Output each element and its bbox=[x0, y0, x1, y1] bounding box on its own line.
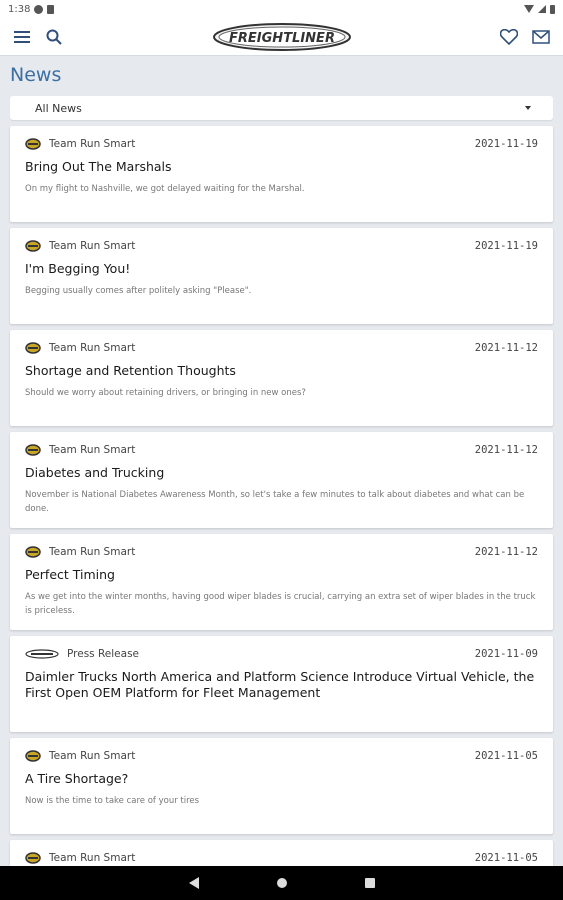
search-icon[interactable] bbox=[44, 27, 64, 47]
article-summary: Should we worry about retaining drivers,… bbox=[25, 388, 306, 398]
wifi-icon bbox=[524, 5, 534, 13]
card-header: Press Release 2021-11-09 bbox=[25, 648, 538, 660]
article-title: A Tire Shortage? bbox=[25, 771, 129, 786]
press-release-logo-icon bbox=[25, 649, 59, 659]
notification-icon bbox=[34, 4, 44, 14]
article-summary: Begging usually comes after politely ask… bbox=[25, 286, 252, 296]
article-summary: Now is the time to take care of your tir… bbox=[25, 796, 200, 806]
source-label: Team Run Smart bbox=[49, 138, 136, 150]
card-source: Team Run Smart bbox=[25, 852, 135, 864]
source-label: Press Release bbox=[67, 648, 139, 660]
news-card[interactable]: Team Run Smart 2021-11-12 Diabetes and T… bbox=[10, 432, 553, 528]
back-icon[interactable] bbox=[188, 877, 199, 889]
card-source: Team Run Smart bbox=[25, 342, 135, 354]
card-header: Team Run Smart 2021-11-12 bbox=[25, 444, 538, 456]
status-time: 1:38 bbox=[8, 3, 31, 15]
article-title: Daimler Trucks North America and Platfor… bbox=[25, 669, 535, 700]
home-icon[interactable] bbox=[276, 878, 287, 888]
source-label: Team Run Smart bbox=[49, 546, 136, 558]
mail-icon[interactable] bbox=[531, 27, 551, 47]
article-title: Diabetes and Trucking bbox=[25, 465, 165, 480]
news-card[interactable]: Team Run Smart 2021-11-19 I'm Begging Yo… bbox=[10, 228, 553, 324]
app-bar-right bbox=[499, 27, 551, 47]
logo-text: FREIGHTLINER bbox=[229, 31, 335, 46]
article-date: 2021-11-05 bbox=[474, 852, 538, 864]
news-card[interactable]: Press Release 2021-11-09 Daimler Trucks … bbox=[10, 636, 553, 732]
source-label: Team Run Smart bbox=[49, 444, 136, 456]
card-source: Team Run Smart bbox=[25, 444, 135, 456]
menu-icon[interactable] bbox=[12, 27, 32, 47]
freightliner-logo: FREIGHTLINER bbox=[212, 23, 351, 51]
team-run-smart-icon bbox=[25, 240, 41, 252]
article-summary: As we get into the winter months, having… bbox=[25, 592, 536, 616]
source-label: Team Run Smart bbox=[49, 342, 136, 354]
article-date: 2021-11-12 bbox=[474, 546, 538, 558]
system-nav-bar bbox=[0, 866, 563, 900]
team-run-smart-icon bbox=[25, 444, 41, 456]
article-date: 2021-11-12 bbox=[474, 342, 538, 354]
recent-apps-icon[interactable] bbox=[364, 878, 375, 888]
article-title: Shortage and Retention Thoughts bbox=[25, 363, 236, 378]
status-left: 1:38 bbox=[8, 3, 55, 15]
news-card[interactable]: Team Run Smart 2021-11-12 Perfect Timing… bbox=[10, 534, 553, 630]
card-header: Team Run Smart 2021-11-19 bbox=[25, 138, 538, 150]
chevron-down-icon bbox=[525, 106, 531, 110]
filter-selected-value: All News bbox=[35, 101, 82, 115]
heart-icon[interactable] bbox=[499, 27, 519, 47]
article-title: Bring Out The Marshals bbox=[25, 159, 172, 174]
storage-icon bbox=[47, 4, 55, 14]
article-date: 2021-11-12 bbox=[474, 444, 538, 456]
article-title: I'm Begging You! bbox=[25, 261, 131, 276]
card-source: Team Run Smart bbox=[25, 138, 135, 150]
news-card[interactable]: Team Run Smart 2021-11-19 Bring Out The … bbox=[10, 126, 553, 222]
article-date: 2021-11-09 bbox=[474, 648, 538, 660]
article-summary: On my flight to Nashville, we got delaye… bbox=[25, 184, 305, 194]
card-header: Team Run Smart 2021-11-05 bbox=[25, 750, 538, 762]
team-run-smart-icon bbox=[25, 852, 41, 864]
signal-icon bbox=[538, 5, 546, 13]
news-card[interactable]: Team Run Smart 2021-11-12 Shortage and R… bbox=[10, 330, 553, 426]
card-source: Press Release bbox=[25, 648, 139, 660]
team-run-smart-icon bbox=[25, 138, 41, 150]
article-summary: November is National Diabetes Awareness … bbox=[25, 490, 525, 514]
team-run-smart-icon bbox=[25, 546, 41, 558]
card-source: Team Run Smart bbox=[25, 546, 135, 558]
article-date: 2021-11-19 bbox=[474, 138, 538, 150]
source-label: Team Run Smart bbox=[49, 750, 136, 762]
source-label: Team Run Smart bbox=[49, 240, 136, 252]
article-date: 2021-11-19 bbox=[474, 240, 538, 252]
team-run-smart-icon bbox=[25, 750, 41, 762]
news-list: Team Run Smart 2021-11-19 Bring Out The … bbox=[0, 126, 563, 900]
team-run-smart-icon bbox=[25, 342, 41, 354]
battery-icon bbox=[550, 4, 555, 14]
card-header: Team Run Smart 2021-11-19 bbox=[25, 240, 538, 252]
page-title: News bbox=[10, 64, 62, 86]
source-label: Team Run Smart bbox=[49, 852, 136, 864]
status-right bbox=[524, 4, 555, 14]
news-card[interactable]: Team Run Smart 2021-11-05 A Tire Shortag… bbox=[10, 738, 553, 834]
article-date: 2021-11-05 bbox=[474, 750, 538, 762]
card-source: Team Run Smart bbox=[25, 240, 135, 252]
card-header: Team Run Smart 2021-11-12 bbox=[25, 342, 538, 354]
card-header: Team Run Smart 2021-11-05 bbox=[25, 852, 538, 864]
card-header: Team Run Smart 2021-11-12 bbox=[25, 546, 538, 558]
status-bar: 1:38 bbox=[0, 0, 563, 18]
app-bar: FREIGHTLINER bbox=[0, 18, 563, 56]
article-title: Perfect Timing bbox=[25, 567, 115, 582]
news-filter-dropdown[interactable]: All News bbox=[10, 96, 553, 120]
card-source: Team Run Smart bbox=[25, 750, 135, 762]
app-bar-left bbox=[12, 27, 64, 47]
